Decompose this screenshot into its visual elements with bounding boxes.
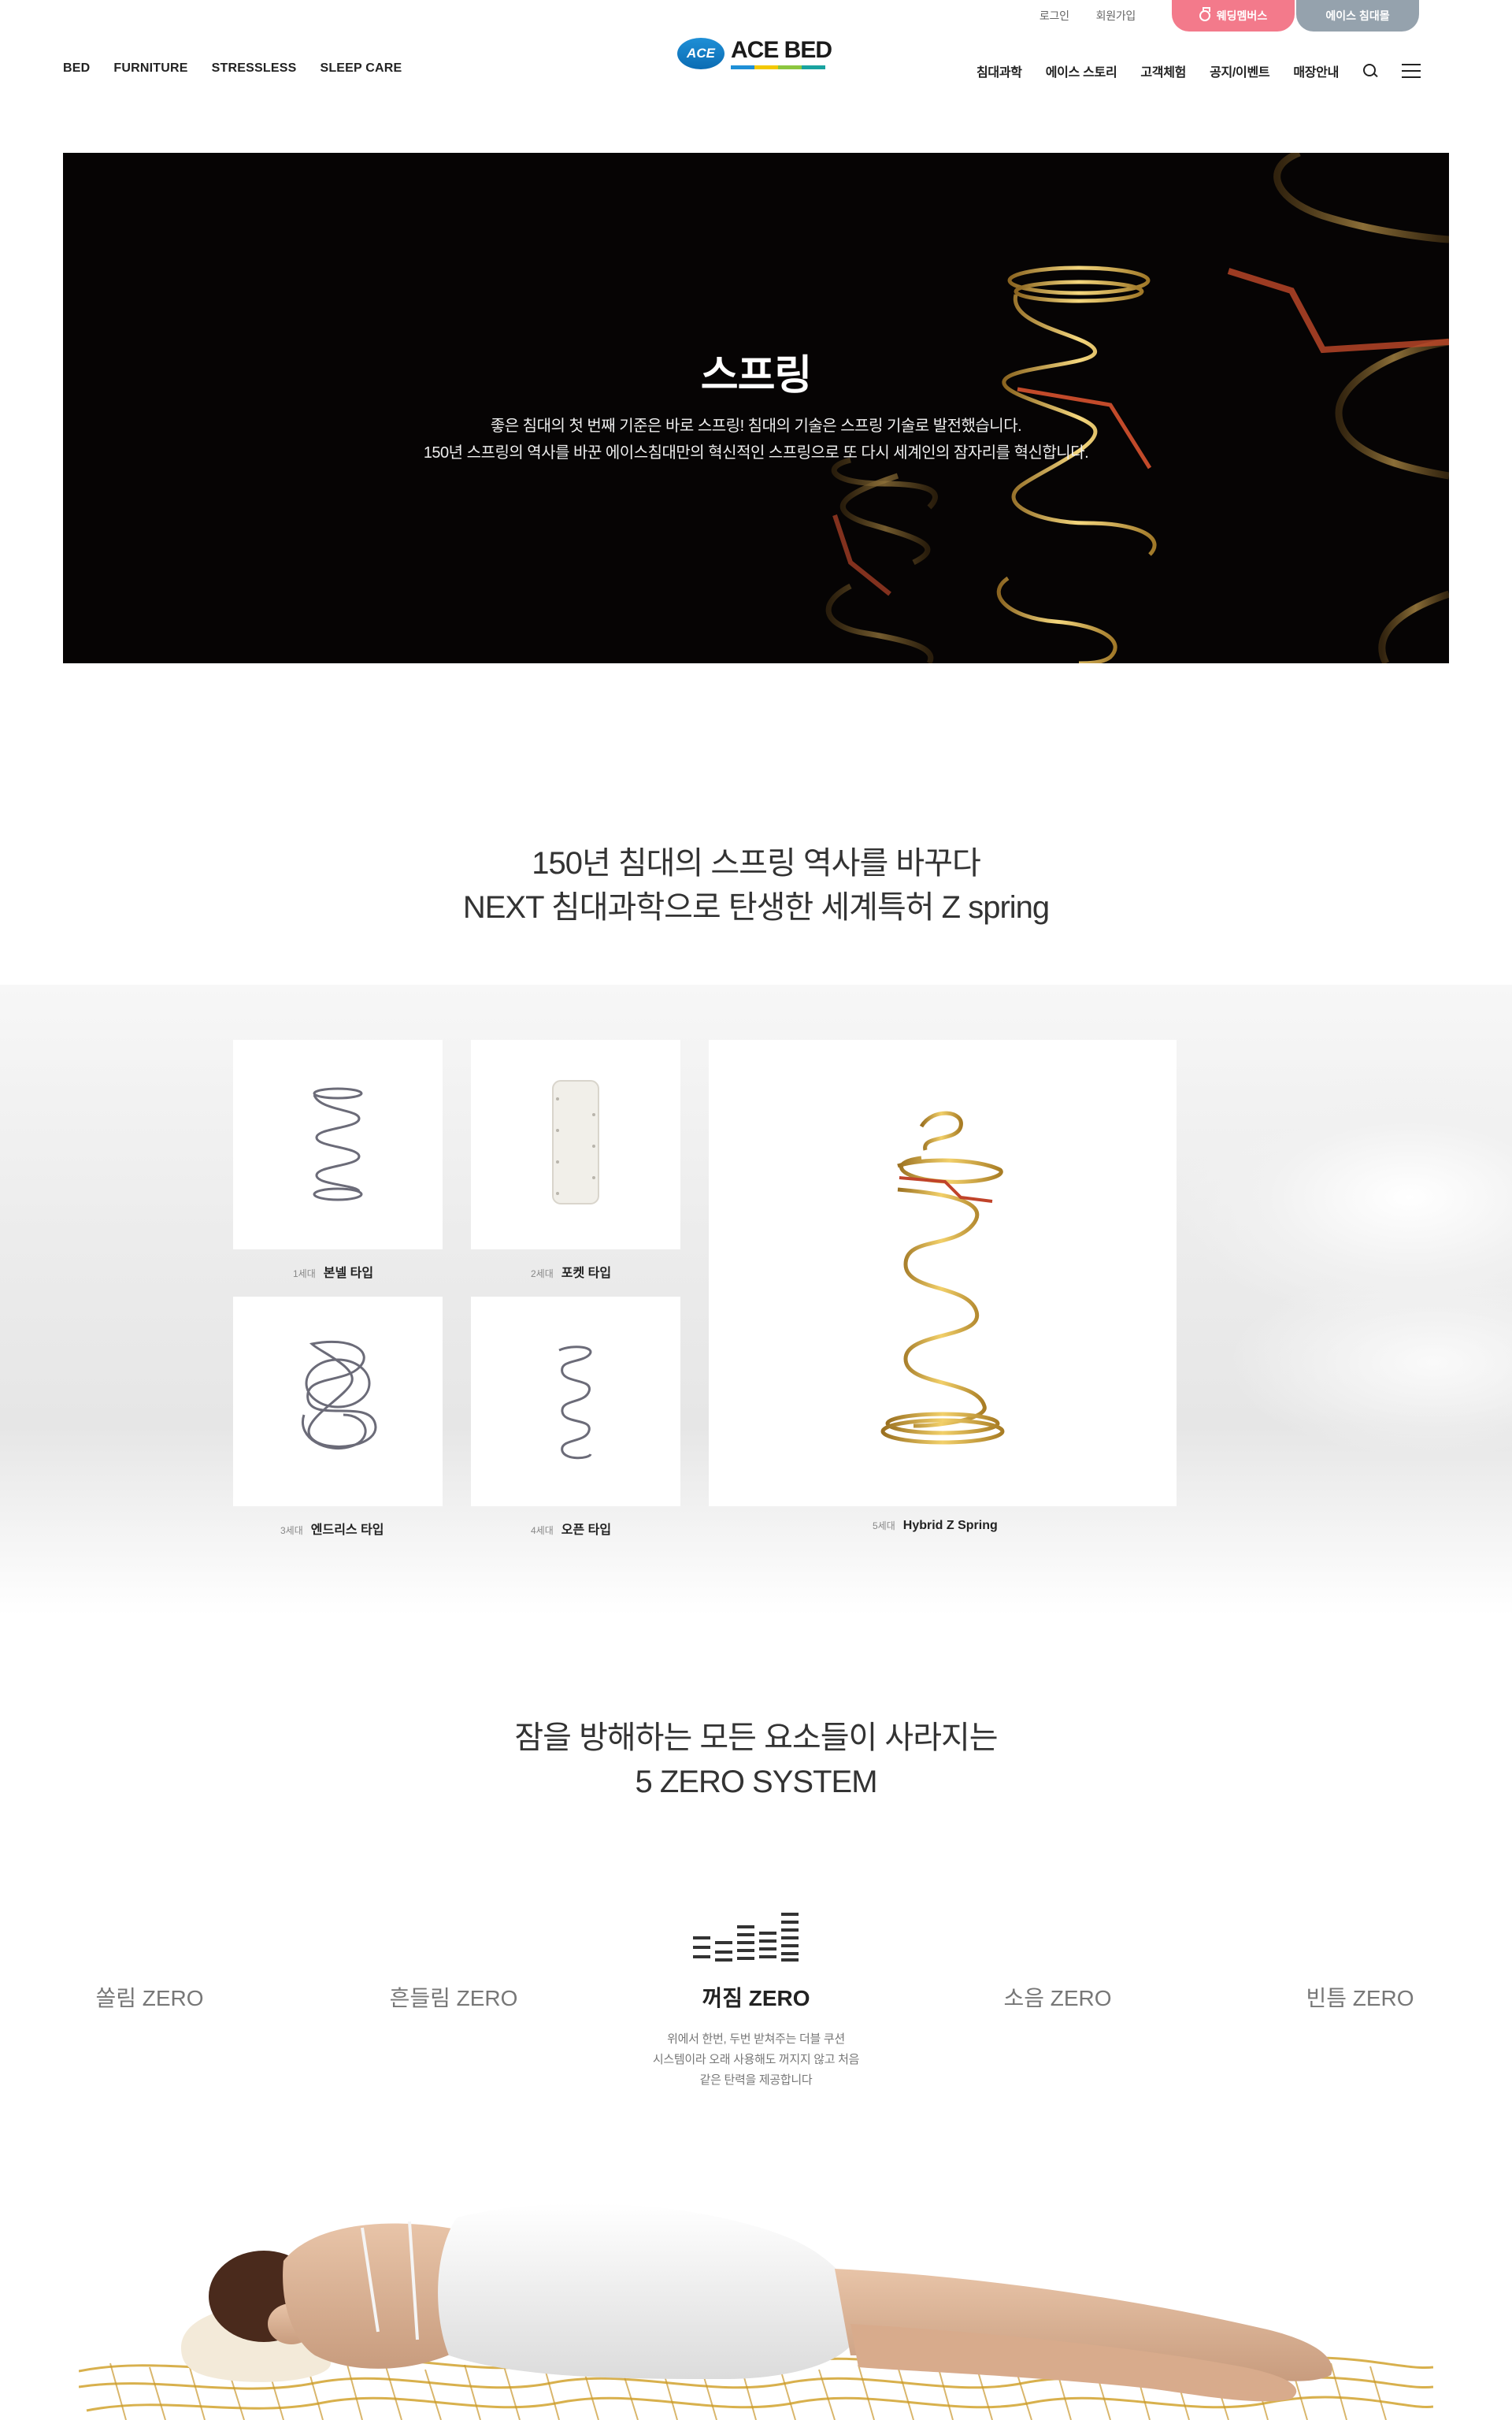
spring-history-heading-line-1: 150년 침대의 스프링 역사를 바꾸다 [532,846,981,881]
hero-title: 스프링 [700,353,813,399]
spring-caption-gen1: 1세대 본넬 타입 [293,1262,373,1281]
nav-ace-story[interactable]: 에이스 스토리 [1046,61,1117,80]
logo-badge: ACE [677,38,724,69]
utility-buttons: 웨딩멤버스 에이스 침대몰 [1172,0,1419,32]
spring-card-gen3[interactable] [233,1297,443,1506]
pocket-spring-image [552,1080,599,1204]
spring-name: 오픈 타입 [561,1524,612,1537]
gen-label: 1세대 [293,1268,316,1279]
nav-store-info[interactable]: 매장안내 [1293,61,1339,80]
wedding-members-label: 웨딩멤버스 [1216,9,1268,22]
spring-caption-gen5: 5세대 Hybrid Z Spring [873,1519,998,1533]
menu-icon[interactable] [1402,64,1421,78]
zero-description: 위에서 한번, 두번 받쳐주는 더블 쿠션 시스템이라 오래 사용해도 꺼지지 … [0,2029,1512,2091]
nav-furniture[interactable]: FURNITURE [113,61,187,76]
main-nav: 침대과학 에이스 스토리 고객체험 공지/이벤트 매장안내 [976,61,1421,80]
gen-label: 3세대 [280,1525,303,1536]
zero-desc-line-1: 위에서 한번, 두번 받쳐주는 더블 쿠션 [667,2032,845,2046]
zero-system-heading-line-2: 5 ZERO SYSTEM [635,1765,877,1799]
ace-mall-label: 에이스 침대몰 [1325,9,1390,22]
spring-caption-gen4: 4세대 오픈 타입 [531,1519,611,1538]
spring-card-gen4[interactable] [471,1297,680,1506]
bonnell-spring-image [313,1087,363,1201]
nav-bed-science[interactable]: 침대과학 [976,61,1022,80]
spring-name: Hybrid Z Spring [902,1519,998,1532]
spring-history-heading: 150년 침대의 스프링 역사를 바꾸다 NEXT 침대과학으로 탄생한 세계특… [0,841,1512,930]
gen-label: 2세대 [531,1268,554,1279]
spring-coils-illustration [825,153,1449,663]
hero-banner: 스프링 좋은 침대의 첫 번째 기준은 바로 스프링! 침대의 기술은 스프링 … [63,153,1449,663]
ace-bed-logo[interactable]: ACE ACE BED [677,38,832,69]
gen-label: 5세대 [873,1520,895,1531]
zero-desc-line-3: 같은 탄력을 제공합니다 [699,2073,813,2087]
utility-bar: 로그인 회원가입 웨딩멤버스 에이스 침대몰 [1040,0,1419,32]
ace-mall-button[interactable]: 에이스 침대몰 [1296,0,1419,32]
nav-notice-event[interactable]: 공지/이벤트 [1210,61,1270,80]
equalizer-icon [693,1913,799,1962]
search-icon[interactable] [1362,63,1378,79]
tab-gap-zero[interactable]: 빈틈 ZERO [1306,1981,1414,2013]
zero-system-tabs: 쏠림 ZERO 흔들림 ZERO 꺼짐 ZERO 소음 ZERO 빈틈 ZERO [0,1981,1512,2013]
wedding-members-button[interactable]: 웨딩멤버스 [1172,0,1295,32]
zero-desc-line-2: 시스템이라 오래 사용해도 꺼지지 않고 처음 [652,2053,860,2066]
spring-card-gen5[interactable] [709,1040,1177,1506]
open-spring-image [558,1345,592,1460]
tab-tilt-zero[interactable]: 쏠림 ZERO [95,1981,203,2013]
login-link[interactable]: 로그인 [1040,8,1069,24]
hybrid-z-spring-image [880,1111,1005,1445]
spring-generations: 1세대 본넬 타입 2세대 포켓 타입 3세대 엔드리스 타입 4세대 오픈 타… [0,985,1512,1615]
signup-link[interactable]: 회원가입 [1096,8,1136,24]
spring-card-gen2[interactable] [471,1040,680,1249]
nav-stressless[interactable]: STRESSLESS [212,61,297,76]
endless-spring-image [301,1340,377,1450]
nav-sleep-care[interactable]: SLEEP CARE [320,61,402,76]
spring-history-heading-line-2: NEXT 침대과학으로 탄생한 세계특허 Z spring [462,890,1050,925]
zero-system-heading-line-1: 잠을 방해하는 모든 요소들이 사라지는 [514,1720,998,1755]
spring-name: 엔드리스 타입 [310,1524,384,1537]
spring-card-gen1[interactable] [233,1040,443,1249]
category-nav: BED FURNITURE STRESSLESS SLEEP CARE [63,61,402,76]
nav-customer-experience[interactable]: 고객체험 [1140,61,1186,80]
ring-icon [1199,10,1210,21]
logo-text: ACE BED [731,36,832,63]
tab-shake-zero[interactable]: 흔들림 ZERO [390,1981,518,2013]
spring-name: 본넬 타입 [323,1267,374,1280]
logo-stripe [731,65,832,69]
gen-label: 4세대 [531,1525,554,1536]
hero-desc-line-1: 좋은 침대의 첫 번째 기준은 바로 스프링! 침대의 기술은 스프링 기술로 … [490,418,1022,435]
hero-description: 좋은 침대의 첫 번째 기준은 바로 스프링! 침대의 기술은 스프링 기술로 … [63,413,1449,466]
spring-caption-gen3: 3세대 엔드리스 타입 [280,1519,384,1538]
tab-sag-zero[interactable]: 꺼짐 ZERO [702,1981,810,2013]
spring-caption-gen2: 2세대 포켓 타입 [531,1262,611,1281]
sleeping-woman-on-spring-illustration [79,2203,1433,2420]
tab-noise-zero[interactable]: 소음 ZERO [1003,1981,1111,2013]
nav-bed[interactable]: BED [63,61,90,76]
zero-system-heading: 잠을 방해하는 모든 요소들이 사라지는 5 ZERO SYSTEM [0,1716,1512,1804]
spring-name: 포켓 타입 [561,1267,612,1280]
hero-desc-line-2: 150년 스프링의 역사를 바꾼 에이스침대만의 혁신적인 스프링으로 또 다시… [423,444,1089,462]
